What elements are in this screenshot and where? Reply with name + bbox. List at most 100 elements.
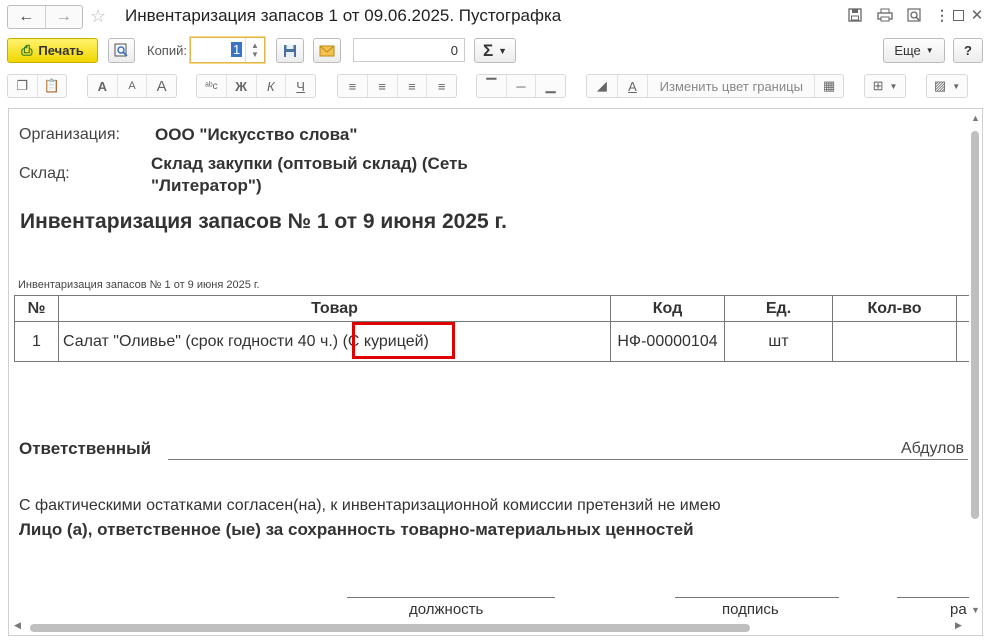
- third-caption: ра: [950, 601, 967, 618]
- underline-icon[interactable]: Ч: [286, 75, 315, 97]
- image-icon: ▨ ▼: [933, 78, 961, 93]
- print-button[interactable]: ⎙ Печать: [7, 38, 98, 63]
- spellcheck-icon[interactable]: ᵃᵇc: [197, 75, 227, 97]
- window-title: Инвентаризация запасов 1 от 09.06.2025. …: [125, 6, 562, 25]
- color-group: ◢ A Изменить цвет границы ▦: [586, 74, 844, 98]
- preview-icon: [114, 43, 128, 57]
- copies-stepper[interactable]: ▲ ▼: [245, 38, 264, 62]
- border-color-button[interactable]: Изменить цвет границы: [648, 75, 816, 97]
- send-email-button[interactable]: [313, 38, 341, 63]
- table-header-row: № Товар Код Ед. Кол-во: [14, 295, 969, 322]
- scroll-left-icon[interactable]: ◀: [14, 620, 21, 631]
- maximize-icon[interactable]: [950, 7, 966, 23]
- cell-extra: [956, 321, 969, 362]
- valign-bottom-icon[interactable]: ▁: [536, 75, 565, 97]
- responsible-line: [168, 459, 968, 460]
- org-value: ООО "Искусство слова": [155, 125, 358, 144]
- chevron-down-icon: ▼: [498, 45, 508, 56]
- table-row[interactable]: 1 Салат "Оливье" (срок годности 40 ч.) (…: [14, 321, 969, 362]
- signature-caption: подпись: [722, 601, 779, 618]
- printer-icon: ⎙: [21, 42, 33, 58]
- org-label: Организация:: [19, 126, 120, 143]
- clear-borders-icon[interactable]: ▦: [815, 75, 843, 97]
- liable-heading: Лицо (а), ответственное (ые) за сохранно…: [19, 520, 694, 539]
- responsible-label: Ответственный: [19, 439, 152, 458]
- agreement-text: С фактическими остатками согласен(на), к…: [19, 497, 721, 514]
- align-left-icon[interactable]: ≡: [338, 75, 368, 97]
- font-decrease-icon[interactable]: A: [118, 75, 148, 97]
- sum-field[interactable]: 0: [353, 38, 465, 62]
- copies-label: Копий:: [147, 43, 187, 58]
- more-vertical-icon[interactable]: ⋮: [934, 7, 950, 23]
- help-button[interactable]: ?: [953, 38, 983, 63]
- close-icon[interactable]: ✕: [969, 7, 985, 24]
- horizontal-scrollbar-thumb[interactable]: [30, 624, 750, 632]
- scroll-up-icon[interactable]: ▲: [971, 113, 980, 123]
- nav-buttons: ← →: [7, 5, 83, 29]
- text-color-icon[interactable]: A: [618, 75, 649, 97]
- italic-icon[interactable]: К: [257, 75, 287, 97]
- cell-code[interactable]: НФ-00000104: [610, 321, 725, 362]
- col-header-num: №: [14, 295, 59, 322]
- position-caption: должность: [409, 601, 484, 618]
- third-line: [897, 597, 969, 598]
- align-center-icon[interactable]: ≡: [368, 75, 398, 97]
- table-caption: Инвентаризация запасов № 1 от 9 июня 202…: [18, 279, 260, 291]
- col-header-unit: Ед.: [724, 295, 833, 322]
- grid-borders-icon: ⊞ ▼: [872, 78, 898, 93]
- warehouse-value-line2: "Литератор"): [151, 176, 262, 195]
- cell-num[interactable]: 1: [14, 321, 59, 362]
- col-header-extra: [956, 295, 969, 322]
- align-right-icon[interactable]: ≡: [398, 75, 428, 97]
- borders-dropdown[interactable]: ⊞ ▼: [864, 74, 906, 98]
- clipboard-group: ❐ 📋: [7, 74, 67, 98]
- valign-top-icon[interactable]: ▔: [477, 75, 507, 97]
- align-justify-icon[interactable]: ≡: [427, 75, 456, 97]
- print-button-label: Печать: [38, 43, 84, 58]
- more-button[interactable]: Еще ▼: [883, 38, 945, 63]
- items-table: № Товар Код Ед. Кол-во 1 Салат "Оливье" …: [14, 295, 969, 362]
- save-button[interactable]: [276, 38, 304, 63]
- valign-middle-icon[interactable]: ─: [507, 75, 537, 97]
- col-header-code: Код: [610, 295, 725, 322]
- preview-button[interactable]: [108, 38, 135, 63]
- responsible-value: Абдулов: [901, 440, 965, 457]
- cell-product[interactable]: Салат "Оливье" (срок годности 40 ч.) (С …: [58, 321, 611, 362]
- scroll-right-icon[interactable]: ▶: [955, 620, 962, 631]
- forward-arrow-icon[interactable]: →: [44, 6, 83, 28]
- chevron-down-icon: ▼: [925, 46, 934, 55]
- copy-icon[interactable]: ❐: [8, 75, 38, 97]
- valign-group: ▔ ─ ▁: [476, 74, 566, 98]
- vertical-scrollbar-thumb[interactable]: [971, 131, 979, 519]
- align-group: ≡ ≡ ≡ ≡: [337, 74, 457, 98]
- save-icon: [284, 44, 296, 57]
- warehouse-label: Склад:: [19, 165, 70, 182]
- product-name: Салат "Оливье" (срок годности 40 ч.): [63, 332, 339, 350]
- font-increase-icon[interactable]: A: [147, 75, 176, 97]
- document-heading: Инвентаризация запасов № 1 от 9 июня 202…: [20, 210, 508, 233]
- cell-unit[interactable]: шт: [724, 321, 833, 362]
- col-header-product: Товар: [58, 295, 611, 322]
- col-header-qty: Кол-во: [832, 295, 957, 322]
- back-arrow-icon[interactable]: ←: [8, 6, 45, 28]
- font-icon[interactable]: A: [88, 75, 118, 97]
- warehouse-value-line1: Склад закупки (оптовый склад) (Сеть: [151, 154, 468, 173]
- position-line: [347, 597, 555, 598]
- favorite-star-icon[interactable]: ☆: [90, 6, 106, 27]
- signature-line: [675, 597, 839, 598]
- fill-color-icon[interactable]: ◢: [587, 75, 618, 97]
- picture-dropdown[interactable]: ▨ ▼: [926, 74, 968, 98]
- sigma-icon: Σ: [482, 40, 494, 60]
- copies-input[interactable]: 1 ▲ ▼: [190, 37, 265, 63]
- search-doc-icon[interactable]: [906, 7, 922, 23]
- text-style-group: ᵃᵇc Ж К Ч: [196, 74, 316, 98]
- paste-icon[interactable]: 📋: [38, 75, 67, 97]
- copies-value: 1: [231, 42, 243, 57]
- scroll-down-icon[interactable]: ▼: [971, 605, 980, 615]
- sum-mode-button[interactable]: Σ ▼: [474, 38, 516, 63]
- save-icon[interactable]: [847, 7, 863, 23]
- cell-qty[interactable]: [832, 321, 957, 362]
- more-button-label: Еще: [894, 43, 921, 58]
- printer-icon[interactable]: [877, 7, 893, 23]
- bold-icon[interactable]: Ж: [227, 75, 257, 97]
